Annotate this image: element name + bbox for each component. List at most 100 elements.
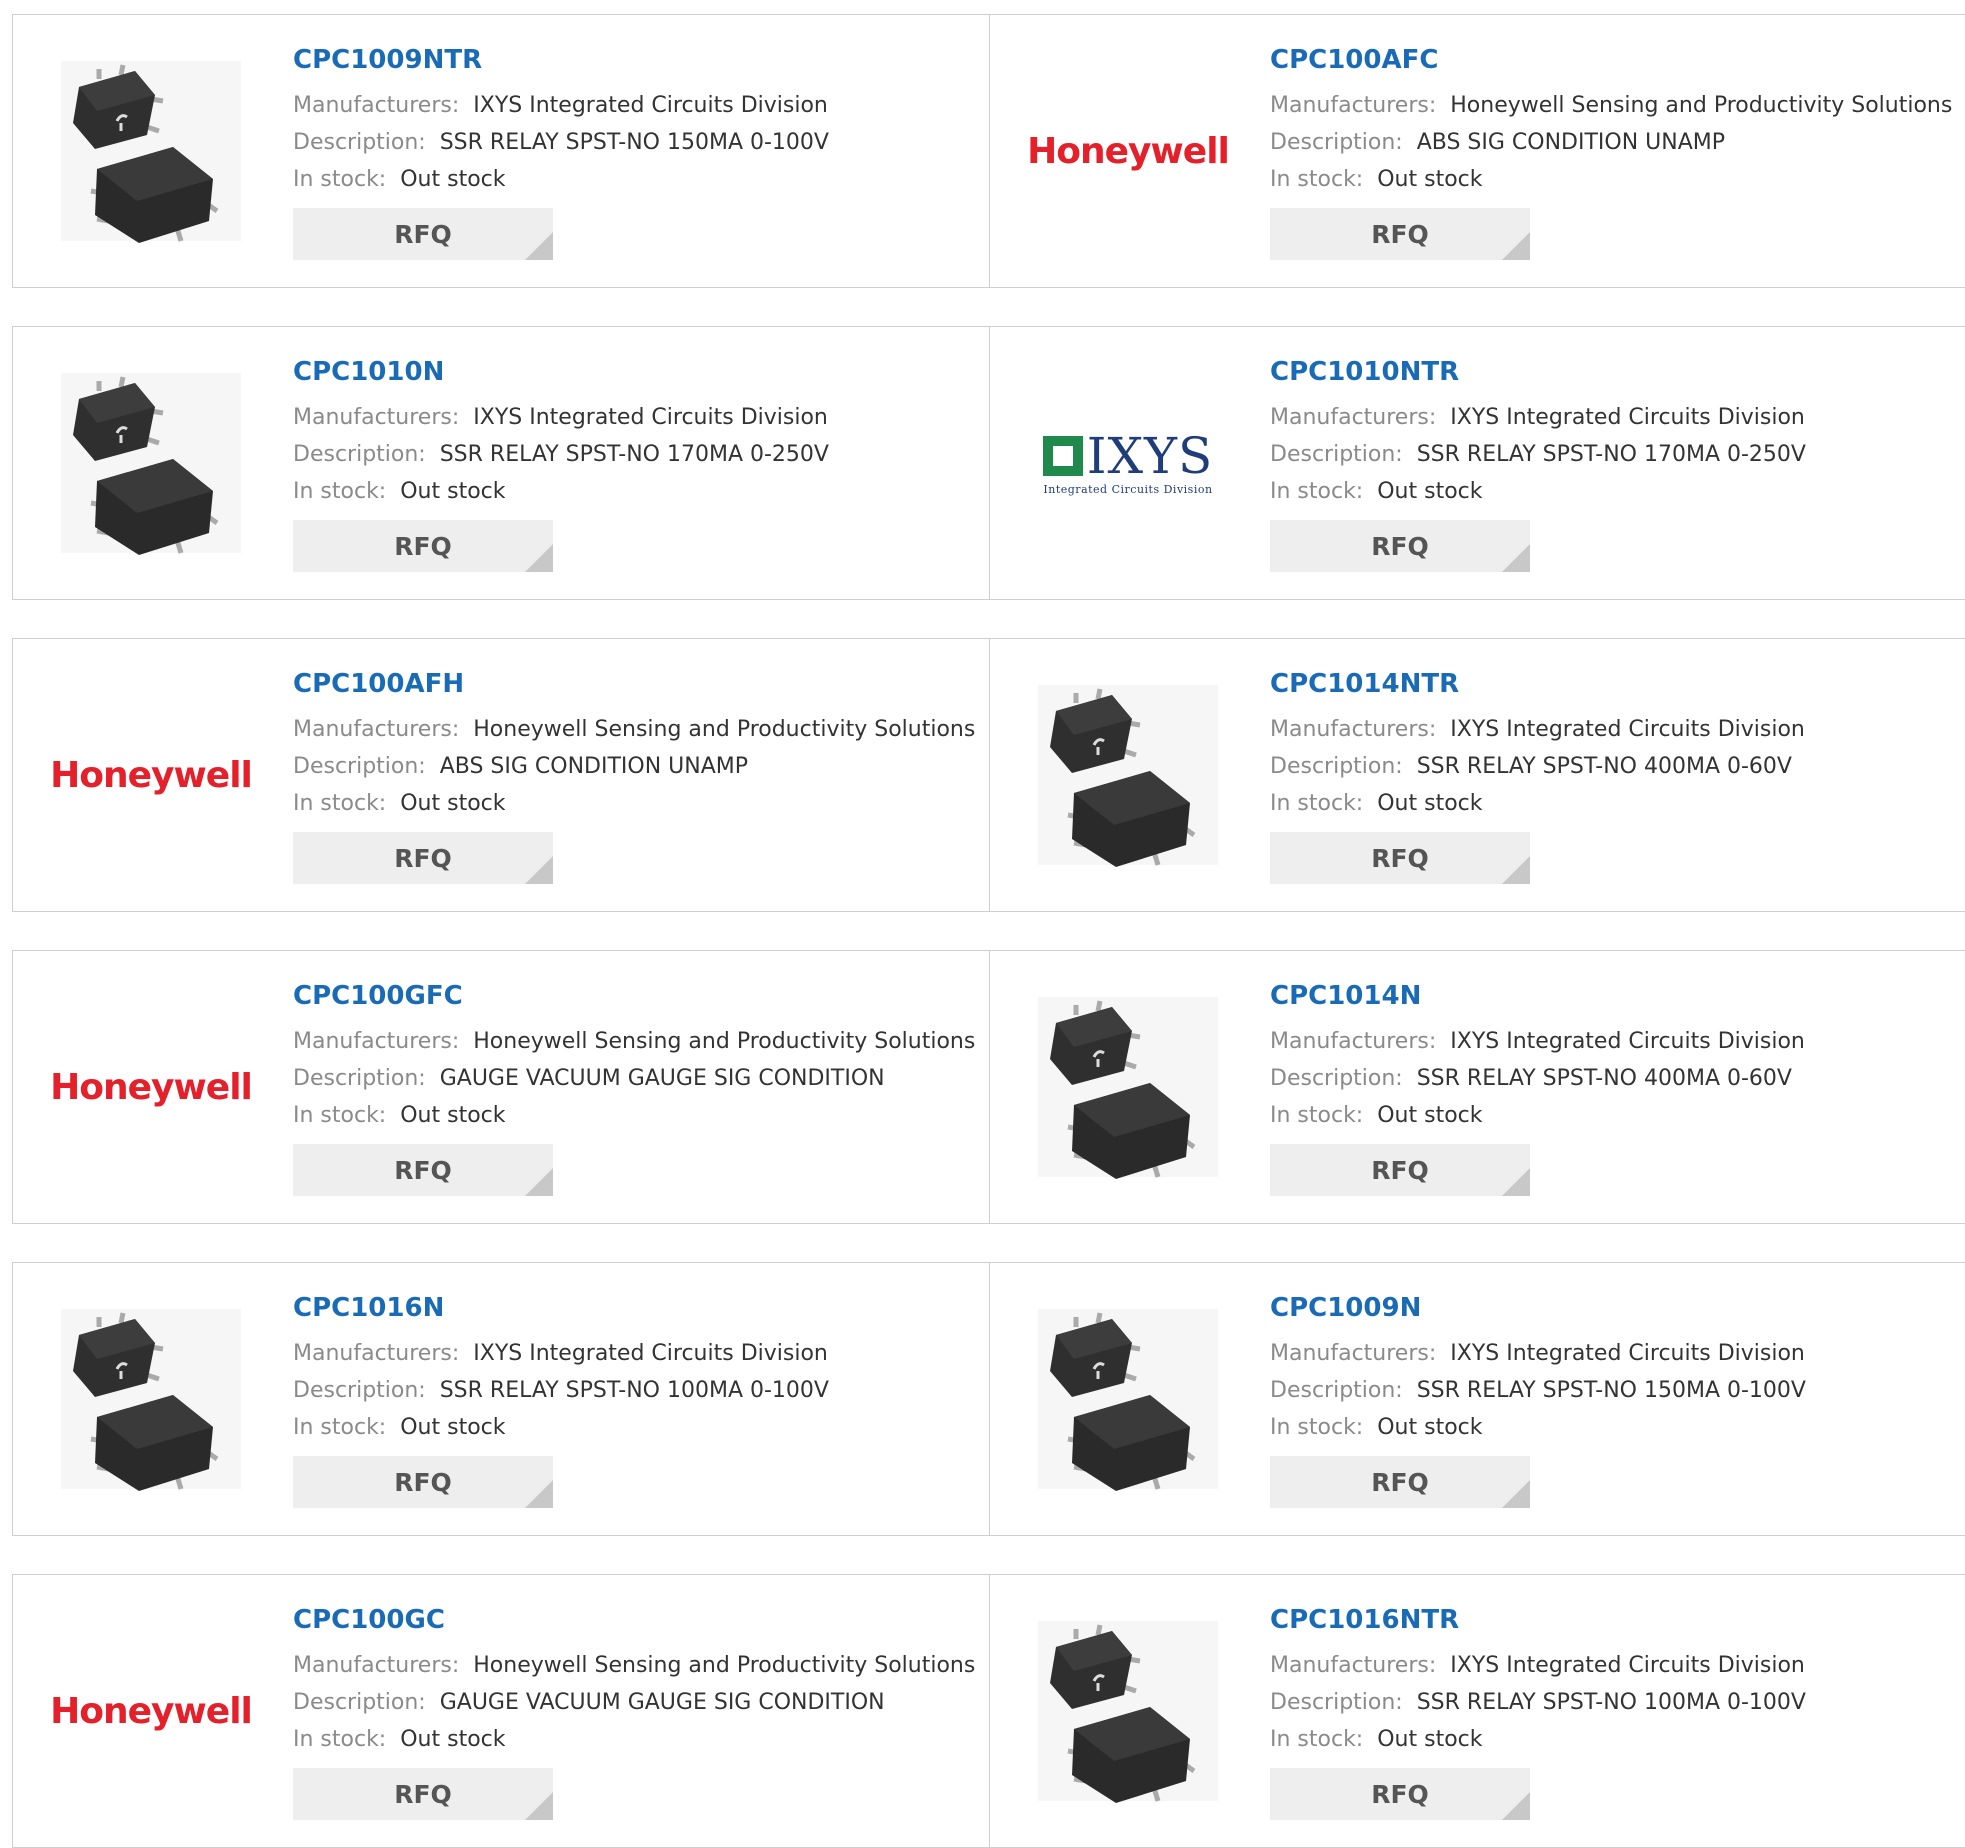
product-card: CPC1016NTR Manufacturers: IXYS Integrated …: [989, 1575, 1965, 1847]
stock-value: Out stock: [1377, 1103, 1483, 1128]
product-row: Honeywell CPC100GC Manufacturers: Honeywell…: [12, 1574, 1965, 1848]
manufacturer-line: Manufacturers: IXYS Integrated Circuits D…: [1270, 1023, 1955, 1060]
manufacturer-line: Manufacturers: IXYS Integrated Circuits D…: [1270, 1647, 1955, 1684]
rfq-corner-icon: [1502, 1480, 1530, 1508]
rfq-label: RFQ: [394, 219, 452, 249]
rfq-button[interactable]: RFQ: [1270, 832, 1530, 884]
relay-chip-image: [1038, 1621, 1218, 1803]
product-row: CPC1010N Manufacturers: IXYS Integrated Ci…: [12, 326, 1965, 600]
description-line: Description: SSR RELAY SPST-NO 400MA 0-60…: [1270, 748, 1955, 785]
product-thumbnail[interactable]: Honeywell: [50, 987, 253, 1187]
description-value: SSR RELAY SPST-NO 400MA 0-60V: [1416, 1066, 1792, 1091]
rfq-button[interactable]: RFQ: [1270, 1456, 1530, 1508]
stock-line: In stock: Out stock: [1270, 1097, 1955, 1134]
product-thumbnail[interactable]: [51, 51, 251, 251]
part-number-link[interactable]: CPC1016NTR: [1270, 1603, 1955, 1637]
in-stock-label: In stock:: [1270, 479, 1364, 504]
rfq-button[interactable]: RFQ: [293, 208, 553, 260]
rfq-button[interactable]: RFQ: [293, 832, 553, 884]
description-line: Description: GAUGE VACUUM GAUGE SIG CONDI…: [293, 1684, 979, 1721]
manufacturers-label: Manufacturers:: [293, 717, 460, 742]
product-info: CPC1010NTR Manufacturers: IXYS Integrated …: [1270, 355, 1955, 572]
description-line: Description: SSR RELAY SPST-NO 150MA 0-10…: [1270, 1372, 1955, 1409]
stock-line: In stock: Out stock: [293, 1409, 979, 1446]
manufacturer-line: Manufacturers: Honeywell Sensing and Prod…: [1270, 87, 1955, 124]
stock-value: Out stock: [400, 1415, 506, 1440]
product-thumbnail[interactable]: IXYS Integrated Circuits Division: [1028, 363, 1228, 563]
product-thumbnail[interactable]: [51, 363, 251, 563]
rfq-button[interactable]: RFQ: [293, 1144, 553, 1196]
product-card: Honeywell CPC100GC Manufacturers: Honeywell…: [13, 1575, 989, 1847]
part-number-link[interactable]: CPC100AFC: [1270, 43, 1955, 77]
description-value: SSR RELAY SPST-NO 150MA 0-100V: [1416, 1378, 1806, 1403]
product-card: IXYS Integrated Circuits Division CPC1010N…: [989, 327, 1965, 599]
description-line: Description: SSR RELAY SPST-NO 100MA 0-10…: [293, 1372, 979, 1409]
rfq-button[interactable]: RFQ: [1270, 520, 1530, 572]
product-info: CPC100GC Manufacturers: Honeywell Sensing …: [293, 1603, 979, 1820]
rfq-corner-icon: [525, 856, 553, 884]
part-number-link[interactable]: CPC1014NTR: [1270, 667, 1955, 701]
part-number-link[interactable]: CPC100GC: [293, 1603, 979, 1637]
product-thumbnail[interactable]: [1028, 987, 1228, 1187]
in-stock-label: In stock:: [293, 167, 387, 192]
product-card: CPC1016N Manufacturers: IXYS Integrated Ci…: [13, 1263, 989, 1535]
description-label: Description:: [1270, 1690, 1403, 1715]
relay-chip-image: [1038, 685, 1218, 867]
manufacturer-value: IXYS Integrated Circuits Division: [1450, 717, 1805, 742]
part-number-link[interactable]: CPC1009NTR: [293, 43, 979, 77]
in-stock-label: In stock:: [1270, 1103, 1364, 1128]
rfq-button[interactable]: RFQ: [293, 1768, 553, 1820]
manufacturer-value: IXYS Integrated Circuits Division: [473, 405, 828, 430]
stock-line: In stock: Out stock: [293, 473, 979, 510]
product-thumbnail[interactable]: [51, 1299, 251, 1499]
description-line: Description: SSR RELAY SPST-NO 150MA 0-10…: [293, 124, 979, 161]
description-label: Description:: [1270, 754, 1403, 779]
product-thumbnail[interactable]: Honeywell: [50, 675, 253, 875]
rfq-button[interactable]: RFQ: [293, 1456, 553, 1508]
part-number-link[interactable]: CPC1014N: [1270, 979, 1955, 1013]
product-info: CPC1009N Manufacturers: IXYS Integrated Ci…: [1270, 1291, 1955, 1508]
stock-value: Out stock: [1377, 167, 1483, 192]
honeywell-logo: Honeywell: [50, 1066, 253, 1108]
stock-line: In stock: Out stock: [293, 1097, 979, 1134]
part-number-link[interactable]: CPC100GFC: [293, 979, 979, 1013]
stock-line: In stock: Out stock: [293, 785, 979, 822]
product-row: CPC1009NTR Manufacturers: IXYS Integrated …: [12, 14, 1965, 288]
product-info: CPC1014NTR Manufacturers: IXYS Integrated …: [1270, 667, 1955, 884]
rfq-button[interactable]: RFQ: [293, 520, 553, 572]
stock-line: In stock: Out stock: [1270, 1721, 1955, 1758]
part-number-link[interactable]: CPC1010N: [293, 355, 979, 389]
product-thumbnail[interactable]: [1028, 675, 1228, 875]
rfq-label: RFQ: [1371, 1779, 1429, 1809]
product-card: CPC1009NTR Manufacturers: IXYS Integrated …: [13, 15, 989, 287]
manufacturers-label: Manufacturers:: [1270, 1341, 1437, 1366]
in-stock-label: In stock:: [293, 479, 387, 504]
rfq-button[interactable]: RFQ: [1270, 1144, 1530, 1196]
part-number-link[interactable]: CPC100AFH: [293, 667, 979, 701]
part-number-link[interactable]: CPC1010NTR: [1270, 355, 1955, 389]
rfq-corner-icon: [525, 1480, 553, 1508]
rfq-button[interactable]: RFQ: [1270, 208, 1530, 260]
product-thumbnail[interactable]: Honeywell: [1027, 51, 1230, 251]
manufacturers-label: Manufacturers:: [1270, 717, 1437, 742]
relay-chip-image: [61, 61, 241, 243]
rfq-button[interactable]: RFQ: [1270, 1768, 1530, 1820]
manufacturer-value: IXYS Integrated Circuits Division: [1450, 1341, 1805, 1366]
description-label: Description:: [293, 442, 426, 467]
product-row: Honeywell CPC100AFH Manufacturers: Honeywel…: [12, 638, 1965, 912]
product-thumbnail[interactable]: [1028, 1611, 1228, 1811]
stock-line: In stock: Out stock: [293, 1721, 979, 1758]
manufacturer-line: Manufacturers: IXYS Integrated Circuits D…: [293, 1335, 979, 1372]
manufacturer-line: Manufacturers: IXYS Integrated Circuits D…: [1270, 1335, 1955, 1372]
ixys-logo-word: IXYS: [1086, 426, 1214, 485]
stock-value: Out stock: [400, 1103, 506, 1128]
part-number-link[interactable]: CPC1016N: [293, 1291, 979, 1325]
product-info: CPC1010N Manufacturers: IXYS Integrated Ci…: [293, 355, 979, 572]
description-label: Description:: [293, 130, 426, 155]
rfq-label: RFQ: [394, 1155, 452, 1185]
product-thumbnail[interactable]: Honeywell: [50, 1611, 253, 1811]
rfq-corner-icon: [525, 1168, 553, 1196]
part-number-link[interactable]: CPC1009N: [1270, 1291, 1955, 1325]
manufacturers-label: Manufacturers:: [1270, 1029, 1437, 1054]
product-thumbnail[interactable]: [1028, 1299, 1228, 1499]
